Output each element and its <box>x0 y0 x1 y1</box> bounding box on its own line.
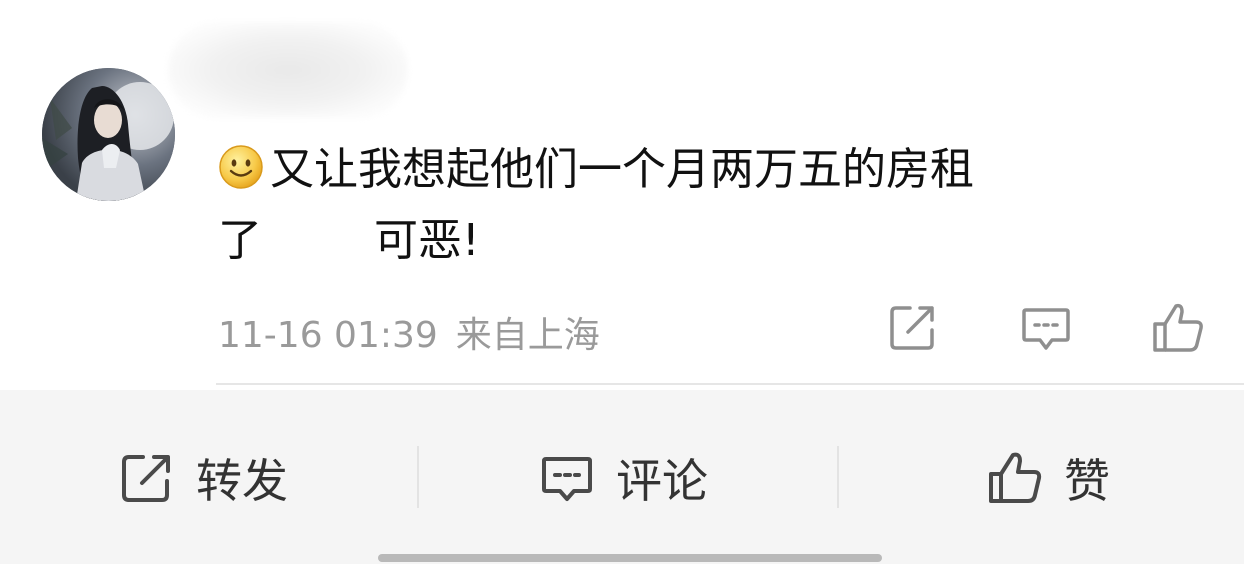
comment-meta: 11-16 01:39 来自上海 <box>218 306 600 358</box>
username-redacted <box>168 22 408 118</box>
like-button[interactable]: 赞 <box>986 448 1110 508</box>
comment-reply-button[interactable] <box>1018 300 1074 356</box>
smile-emoji-icon <box>218 144 264 198</box>
redacted-emoji-gap <box>262 215 374 255</box>
share-label: 转发 <box>196 454 288 508</box>
thumbs-up-icon <box>989 452 1042 503</box>
weibo-comment-screen: 又让我想起他们一个月两万五的房租 了 可恶! 11-16 01:39 来自上海 转… <box>0 0 1244 564</box>
comment-text-end: 可恶! <box>374 215 480 266</box>
share-icon <box>890 306 934 350</box>
comment-share-button[interactable] <box>886 300 942 356</box>
comment-icon <box>542 457 592 501</box>
comment-text-line2: 了 可恶! <box>218 215 480 263</box>
timestamp: 11-16 01:39 <box>218 315 438 356</box>
comment-text-main: 又让我想起他们一个月两万五的房租 <box>270 144 974 195</box>
comment-item: 又让我想起他们一个月两万五的房租 了 可恶! 11-16 01:39 来自上海 <box>0 0 1244 384</box>
share-icon <box>122 455 170 502</box>
avatar-image <box>42 68 175 201</box>
comment-text-continued: 了 <box>218 215 262 266</box>
comment-icon <box>1022 308 1070 350</box>
location: 来自上海 <box>455 315 600 356</box>
avatar[interactable] <box>42 68 175 201</box>
bottom-action-bar: 转发 评论 赞 <box>0 390 1244 564</box>
thumbs-up-icon <box>1153 303 1203 352</box>
comment-label: 评论 <box>616 454 708 508</box>
home-indicator[interactable] <box>378 554 882 562</box>
share-button[interactable]: 转发 <box>118 448 288 508</box>
comment-button[interactable]: 评论 <box>538 448 708 508</box>
action-separator <box>837 446 839 508</box>
action-separator <box>417 446 419 508</box>
like-label: 赞 <box>1064 454 1110 508</box>
comment-like-button[interactable] <box>1150 300 1206 356</box>
section-divider <box>216 383 1244 385</box>
comment-text-line1: 又让我想起他们一个月两万五的房租 <box>218 144 974 198</box>
